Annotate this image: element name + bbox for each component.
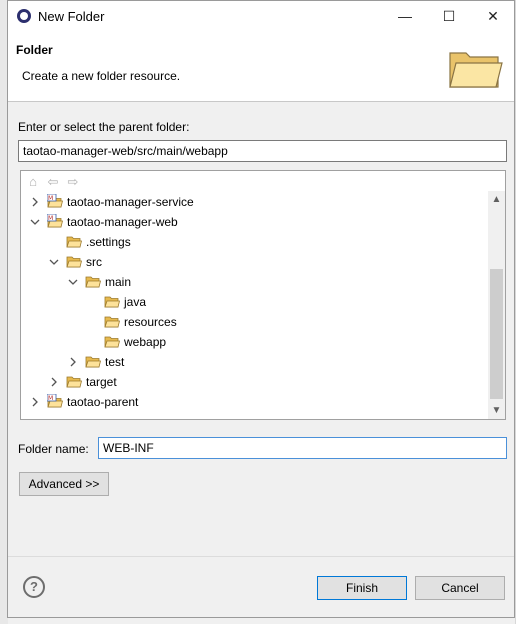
tree-item[interactable]: java — [86, 292, 386, 312]
svg-text:M: M — [48, 215, 53, 222]
tree-item[interactable]: .settings — [48, 232, 348, 252]
maximize-button[interactable]: ☐ — [426, 1, 472, 31]
tree-item[interactable]: Mtaotao-manager-web — [29, 212, 329, 232]
folder-name-label: Folder name: — [18, 442, 89, 456]
tree-item-label: taotao-manager-web — [67, 215, 178, 229]
button-bar-separator — [8, 556, 514, 557]
svg-text:M: M — [48, 395, 53, 402]
chevron-right-icon[interactable] — [29, 392, 41, 412]
folder-icon — [85, 354, 102, 370]
tree-item-label: java — [124, 295, 147, 309]
svg-text:M: M — [48, 195, 53, 202]
maven-project-icon: M — [46, 393, 64, 410]
window-title: New Folder — [38, 9, 105, 24]
home-icon[interactable]: ⌂ — [25, 174, 41, 190]
chevron-down-icon[interactable] — [29, 212, 41, 232]
folder-name-input[interactable]: WEB-INF — [98, 437, 507, 459]
eclipse-icon — [17, 9, 31, 23]
chevron-right-icon[interactable] — [29, 192, 41, 212]
chevron-right-icon[interactable] — [67, 352, 79, 372]
tree-item[interactable]: Mtaotao-parent — [29, 392, 329, 412]
tree-item-label: main — [105, 275, 132, 289]
tree-item-label: taotao-parent — [67, 395, 139, 409]
tree-item[interactable]: Mtaotao-manager-service — [29, 192, 329, 212]
tree-item-label: .settings — [86, 235, 131, 249]
help-icon[interactable]: ? — [23, 576, 45, 598]
chevron-down-icon[interactable] — [67, 272, 79, 292]
folder-banner-icon — [449, 52, 503, 88]
folder-icon — [66, 374, 83, 390]
wizard-title: Folder — [16, 43, 53, 57]
title-bar: New Folder — ☐ ✕ — [8, 1, 514, 31]
tree-item-label: src — [86, 255, 102, 269]
advanced-button[interactable]: Advanced >> — [19, 472, 109, 496]
forward-arrow-icon[interactable]: ⇨ — [65, 174, 81, 190]
folder-icon — [66, 234, 83, 250]
minimize-button[interactable]: — — [382, 1, 428, 31]
scroll-down-icon[interactable]: ▼ — [488, 402, 505, 419]
parent-folder-label: Enter or select the parent folder: — [18, 120, 190, 134]
close-button[interactable]: ✕ — [470, 1, 516, 31]
tree-item[interactable]: target — [48, 372, 348, 392]
finish-button[interactable]: Finish — [317, 576, 407, 600]
tree-item-label: resources — [124, 315, 177, 329]
maven-project-icon: M — [46, 193, 64, 210]
wizard-header: Folder Create a new folder resource. — [8, 31, 514, 102]
chevron-right-icon[interactable] — [48, 372, 60, 392]
folder-icon — [85, 274, 102, 290]
tree-item[interactable]: webapp — [86, 332, 386, 352]
wizard-description: Create a new folder resource. — [22, 69, 181, 83]
tree-toolbar: ⌂ ⇦ ⇨ — [21, 171, 491, 193]
tree-item-label: test — [105, 355, 125, 369]
tree-item-label: webapp — [124, 335, 167, 349]
scroll-thumb[interactable] — [490, 269, 503, 399]
folder-tree[interactable]: ⌂ ⇦ ⇨ Mtaotao-manager-service Mtaotao-man… — [20, 170, 506, 420]
parent-folder-input[interactable]: taotao-manager-web/src/main/webapp — [18, 140, 507, 162]
scroll-up-icon[interactable]: ▲ — [488, 191, 505, 208]
tree-item-label: target — [86, 375, 117, 389]
maven-project-icon: M — [46, 213, 64, 230]
tree-item-label: taotao-manager-service — [67, 195, 194, 209]
tree-item[interactable]: src — [48, 252, 348, 272]
chevron-down-icon[interactable] — [48, 252, 60, 272]
folder-icon — [104, 294, 121, 310]
background-window-edge-right — [515, 0, 525, 624]
folder-icon — [104, 314, 121, 330]
tree-item[interactable]: resources — [86, 312, 386, 332]
new-folder-dialog: New Folder — ☐ ✕ Folder Create a new fol… — [7, 0, 515, 618]
cancel-button[interactable]: Cancel — [415, 576, 505, 600]
tree-item[interactable]: test — [67, 352, 367, 372]
tree-item[interactable]: main — [67, 272, 367, 292]
back-arrow-icon[interactable]: ⇦ — [45, 174, 61, 190]
folder-icon — [66, 254, 83, 270]
tree-scrollbar[interactable]: ▲ ▼ — [488, 191, 505, 419]
folder-icon — [104, 334, 121, 350]
